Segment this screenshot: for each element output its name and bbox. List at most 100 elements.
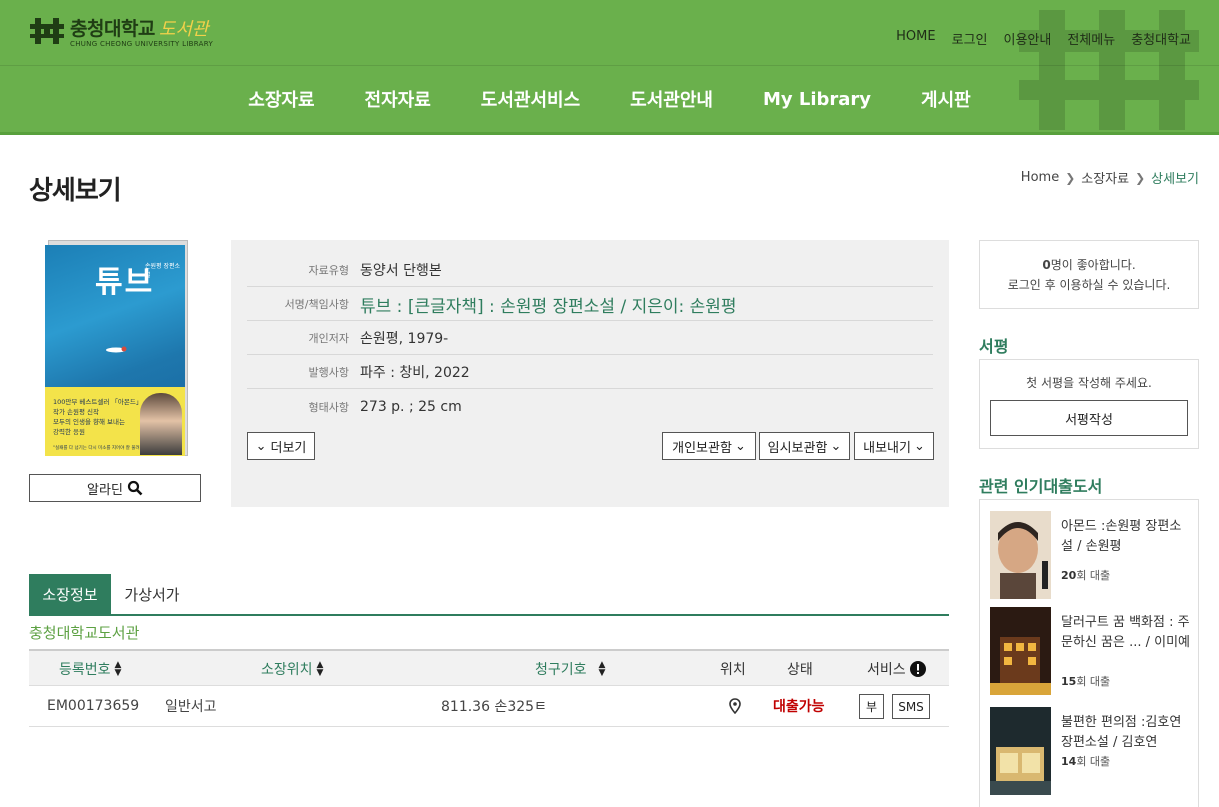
cover-band-line: 작가 손원평 신작 — [53, 408, 99, 416]
list-item[interactable]: 아몬드 :손원평 장편소설 / 손원평 20회 대출 — [990, 511, 1190, 603]
popular-book-title: 달러구트 꿈 백화점 : 주문하신 꿈은 ... / 이미예 — [1061, 615, 1190, 650]
chevron-down-icon: ⌄ — [255, 438, 267, 454]
review-message: 첫 서평을 작성해 주세요. — [1026, 376, 1152, 390]
breadcrumb-holdings[interactable]: 소장자료 — [1081, 168, 1129, 187]
sms-button[interactable]: SMS — [892, 694, 930, 719]
sort-icon: ▲ ▼ — [114, 659, 122, 678]
site-logo[interactable]: 충청대학교 도서관 CHUNG CHEONG UNIVERSITY LIBRAR… — [30, 14, 213, 48]
chevron-right-icon: ❯ — [1065, 170, 1076, 185]
like-panel: 0명이 좋아합니다. 로그인 후 이용하실 수 있습니다. — [979, 240, 1199, 309]
column-location[interactable]: 소장위치 ▲ ▼ — [261, 651, 323, 686]
book-thumbnail — [990, 607, 1051, 695]
chevron-right-icon: ❯ — [1135, 170, 1146, 185]
breadcrumb-current: 상세보기 — [1151, 172, 1199, 187]
action-label: 임시보관함 — [767, 440, 828, 456]
column-call-no[interactable]: 청구기호 ▲ ▼ — [535, 651, 605, 686]
info-icon[interactable] — [909, 660, 926, 677]
write-review-button[interactable]: 서평작성 — [990, 400, 1188, 436]
util-link-all-menu[interactable]: 전체메뉴 — [1059, 29, 1123, 48]
location-pin-icon[interactable] — [729, 686, 741, 726]
util-link-login[interactable]: 로그인 — [944, 29, 996, 48]
cover-author: 손원평 장편소설 — [145, 263, 181, 279]
info-row-title: 서명/책임사항 튜브 : [큰글자책] : 손원평 장편소설 / 지은이: 손원… — [247, 288, 933, 321]
library-name: 충청대학교도서관 — [29, 624, 140, 642]
aladin-label: 알라딘 — [87, 482, 123, 498]
map-pin-icon — [729, 698, 741, 714]
util-link-university[interactable]: 충청대학교 — [1123, 29, 1199, 48]
util-link-home[interactable]: HOME — [888, 29, 943, 48]
logo-english-name: CHUNG CHEONG UNIVERSITY LIBRARY — [70, 40, 214, 48]
aladin-link-button[interactable]: 알라딘 — [29, 474, 201, 502]
tab-holdings-info[interactable]: 소장정보 — [29, 574, 111, 615]
info-value: 파주 : 창비, 2022 — [360, 365, 470, 381]
list-item[interactable]: 불편한 편의점 :김호연 장편소설 / 김호연 14회 대출 — [990, 707, 1190, 799]
review-panel: 첫 서평을 작성해 주세요. 서평작성 — [979, 359, 1199, 449]
column-label: 소장위치 — [261, 661, 313, 678]
more-button[interactable]: ⌄ 더보기 — [247, 432, 315, 460]
column-label: 등록번호 — [59, 661, 111, 678]
tab-virtual-shelf[interactable]: 가상서가 — [111, 574, 193, 615]
cell-location: 일반서고 — [165, 699, 217, 715]
nav-item-board[interactable]: 게시판 — [921, 86, 971, 112]
info-row-author: 개인저자 손원평, 1979- — [247, 322, 933, 355]
list-item[interactable]: 달러구트 꿈 백화점 : 주문하신 꿈은 ... / 이미예 15회 대출 — [990, 607, 1190, 699]
university-emblem-icon — [30, 18, 64, 44]
logo-korean-name: 충청대학교 — [70, 18, 155, 40]
cell-reg-no: EM00173659 — [47, 698, 140, 714]
export-button[interactable]: 내보내기 ⌄ — [854, 432, 934, 460]
info-value: 동양서 단행본 — [360, 263, 442, 279]
nav-item-library-info[interactable]: 도서관안내 — [630, 86, 713, 112]
like-login-notice: 로그인 후 이용하실 수 있습니다. — [1007, 278, 1171, 292]
status-badge: 대출가능 — [773, 699, 825, 715]
loan-count: 20회 대출 — [1061, 569, 1111, 582]
loan-count: 14회 대출 — [1061, 755, 1111, 768]
popular-books-heading: 관련 인기대출도서 — [979, 477, 1103, 496]
breadcrumb: Home ❯ 소장자료 ❯ 상세보기 — [1021, 168, 1199, 187]
book-thumbnail — [990, 511, 1051, 599]
author-photo — [140, 393, 182, 455]
info-row-physical: 형태사항 273 p. ; 25 cm — [247, 390, 933, 423]
chevron-down-icon: ⌄ — [913, 438, 925, 454]
more-label: 더보기 — [270, 440, 307, 456]
info-label: 서명/책임사항 — [284, 298, 349, 311]
info-value: 273 p. ; 25 cm — [360, 398, 462, 415]
loan-count: 15회 대출 — [1061, 675, 1111, 688]
bibliographic-info: 자료유형 동양서 단행본 서명/책임사항 튜브 : [큰글자책] : 손원평 장… — [231, 240, 949, 507]
appendix-button[interactable]: 부 — [859, 694, 884, 719]
popular-books-panel: 아몬드 :손원평 장편소설 / 손원평 20회 대출 달러구트 꿈 백화점 : … — [979, 499, 1199, 807]
chevron-down-icon: ⌄ — [830, 438, 842, 454]
column-position: 위치 — [720, 661, 746, 678]
personal-shelf-button[interactable]: 개인보관함 ⌄ — [662, 432, 756, 460]
cover-band-line: 강력한 응원 — [53, 428, 85, 436]
nav-item-library-services[interactable]: 도서관서비스 — [481, 86, 580, 112]
book-cover: 튜브 손원평 장편소설 100만부 베스트셀러 「아몬드」 작가 손원평 신작 … — [45, 240, 188, 456]
nav-item-my-library[interactable]: My Library — [763, 89, 871, 110]
nav-item-e-resources[interactable]: 전자자료 — [365, 86, 431, 112]
info-label: 개인저자 — [308, 332, 349, 345]
nav-item-holdings[interactable]: 소장자료 — [248, 86, 314, 112]
site-header: 충청대학교 도서관 CHUNG CHEONG UNIVERSITY LIBRAR… — [0, 0, 1219, 135]
info-value: 손원평, 1979- — [360, 331, 449, 347]
info-label: 자료유형 — [308, 264, 349, 277]
cover-band-quote: "실패를 다 넘기는 다시 미소를 지어야 잘 풀려" — [53, 446, 142, 451]
review-heading: 서평 — [979, 337, 1009, 356]
column-status: 상태 — [787, 661, 813, 678]
action-label: 개인보관함 — [672, 440, 732, 456]
sort-icon: ▲ ▼ — [598, 659, 606, 678]
popular-book-title: 불편한 편의점 :김호연 장편소설 / 김호연 — [1061, 715, 1182, 750]
info-row-material-type: 자료유형 동양서 단행본 — [247, 254, 933, 287]
info-label: 형태사항 — [308, 400, 349, 414]
breadcrumb-home[interactable]: Home — [1021, 170, 1059, 185]
column-reg-no[interactable]: 등록번호 ▲ ▼ — [59, 651, 121, 686]
action-label: 내보내기 — [863, 440, 911, 456]
cell-call-no: 811.36 손325ㅌ — [441, 699, 547, 715]
sort-icon: ▲ ▼ — [316, 659, 324, 678]
utility-links: HOME 로그인 이용안내 전체메뉴 충청대학교 — [888, 29, 1199, 48]
chevron-down-icon: ⌄ — [734, 438, 746, 454]
like-text: 명이 좋아합니다. — [1050, 258, 1136, 272]
temp-shelf-button[interactable]: 임시보관함 ⌄ — [759, 432, 850, 460]
popular-book-title: 아몬드 :손원평 장편소설 / 손원평 — [1061, 519, 1182, 554]
util-link-guide[interactable]: 이용안내 — [996, 29, 1060, 48]
info-row-publication: 발행사항 파주 : 창비, 2022 — [247, 356, 933, 389]
book-thumbnail — [990, 707, 1051, 795]
